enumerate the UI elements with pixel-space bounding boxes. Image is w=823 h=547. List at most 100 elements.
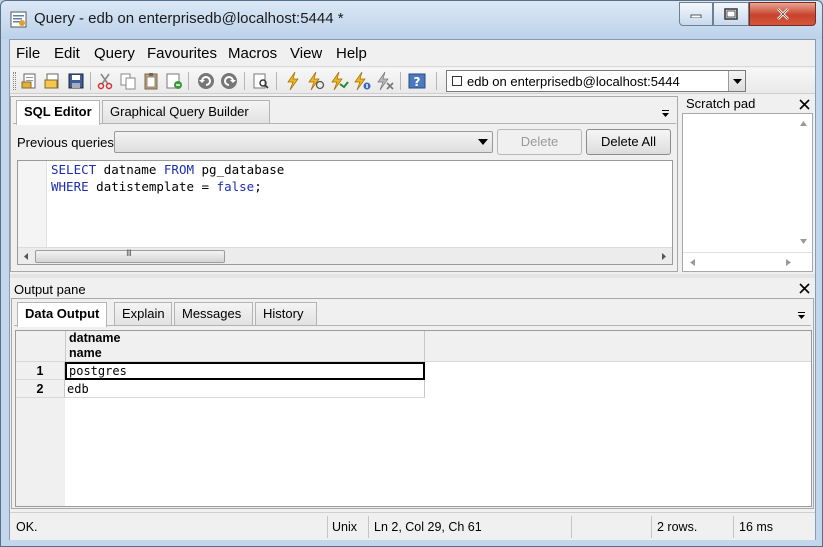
execute-to-file-icon[interactable]	[329, 71, 349, 91]
delete-button[interactable]: Delete	[497, 129, 582, 155]
toolbar: ? edb on enterprisedb@localhost:5444	[10, 68, 815, 94]
minimize-icon	[690, 14, 702, 18]
find-icon[interactable]	[251, 71, 271, 91]
window-title: Query - edb on enterprisedb@localhost:54…	[34, 10, 344, 27]
copy-icon[interactable]	[118, 71, 138, 91]
explain-icon[interactable]	[352, 71, 372, 91]
toolbar-separator	[436, 72, 437, 90]
app-icon	[10, 11, 27, 28]
toolbar-separator	[276, 72, 277, 90]
menu-macros[interactable]: Macros	[228, 45, 277, 62]
scrollbar-thumb[interactable]: III	[35, 249, 225, 263]
close-icon	[776, 8, 789, 20]
scratch-pad-title: Scratch pad	[686, 96, 756, 111]
row-number[interactable]: 2	[16, 380, 65, 398]
maximize-button[interactable]	[713, 2, 749, 26]
status-message: OK.	[16, 520, 38, 534]
delete-all-button[interactable]: Delete All	[586, 129, 671, 155]
toolbar-separator	[244, 72, 245, 90]
sql-line-2: WHERE datistemplate = false;	[51, 179, 262, 194]
connection-select[interactable]: edb on enterprisedb@localhost:5444	[446, 70, 746, 92]
title-bar[interactable]: Query - edb on enterprisedb@localhost:54…	[1, 1, 822, 39]
scroll-left-icon[interactable]	[689, 258, 696, 267]
tab-explain[interactable]: Explain	[114, 302, 172, 325]
scroll-right-icon[interactable]	[785, 258, 792, 267]
tab-sql-editor[interactable]: SQL Editor	[16, 100, 100, 125]
output-pane-title: Output pane	[14, 282, 86, 297]
close-icon[interactable]	[799, 99, 810, 110]
status-cursor-position: Ln 2, Col 29, Ch 61	[374, 520, 482, 534]
previous-queries-select[interactable]	[114, 131, 493, 153]
svg-text:?: ?	[414, 75, 421, 89]
toolbar-separator	[400, 72, 401, 90]
sql-line-1: SELECT datname FROM pg_database	[51, 162, 284, 177]
scroll-down-icon[interactable]	[799, 238, 808, 245]
tab-divider	[13, 123, 676, 124]
cancel-icon[interactable]	[375, 71, 395, 91]
scrollbar-grip: III	[126, 249, 132, 259]
line-margin	[18, 161, 47, 247]
tab-history[interactable]: History	[255, 302, 317, 325]
tab-menu-icon[interactable]	[661, 109, 670, 118]
execute-icon[interactable]	[283, 71, 303, 91]
tab-messages[interactable]: Messages	[174, 302, 253, 325]
output-panel: Data Output Explain Messages History dat…	[11, 298, 814, 509]
connection-status-icon	[452, 76, 462, 86]
status-bar: OK. Unix Ln 2, Col 29, Ch 61 2 rows. 16 …	[10, 512, 815, 540]
sql-editor[interactable]: SELECT datname FROM pg_database WHERE da…	[17, 160, 673, 265]
new-file-icon[interactable]	[43, 71, 63, 91]
table-cell[interactable]: edb	[65, 380, 425, 398]
data-grid: datname name 1 postgres 2 edb	[15, 330, 812, 507]
clear-icon[interactable]	[164, 71, 184, 91]
tab-graphical-query-builder[interactable]: Graphical Query Builder	[102, 100, 270, 123]
sql-keyword: SELECT	[51, 162, 97, 177]
scroll-right-icon[interactable]	[660, 252, 668, 261]
menu-help[interactable]: Help	[336, 45, 367, 62]
column-header-row: datname name	[16, 331, 811, 362]
toolbar-separator	[90, 72, 91, 90]
tab-divider	[14, 325, 811, 326]
client-area: File Edit Query Favourites Macros View H…	[9, 39, 816, 540]
menu-edit[interactable]: Edit	[54, 45, 80, 62]
chevron-down-icon	[478, 139, 488, 145]
close-icon[interactable]	[799, 283, 810, 294]
previous-queries-label: Previous queries	[17, 135, 114, 150]
minimize-button[interactable]	[679, 2, 713, 26]
status-separator	[368, 516, 369, 538]
tab-menu-icon[interactable]	[797, 311, 806, 320]
connection-dropdown-button[interactable]	[728, 71, 745, 91]
column-type: name	[69, 346, 102, 360]
close-window-button[interactable]	[749, 2, 816, 26]
open-file-icon[interactable]	[20, 71, 40, 91]
menu-favourites[interactable]: Favourites	[147, 45, 217, 62]
sql-text: ;	[254, 179, 262, 194]
execute-pgscript-icon[interactable]	[306, 71, 326, 91]
undo-icon[interactable]	[196, 71, 216, 91]
editor-panel: SQL Editor Graphical Query Builder Previ…	[10, 96, 678, 272]
menu-query[interactable]: Query	[94, 45, 135, 62]
scroll-left-icon[interactable]	[22, 252, 30, 261]
sql-text: datistemplate =	[88, 179, 217, 194]
pane-splitter[interactable]	[10, 274, 815, 278]
redo-icon[interactable]	[219, 71, 239, 91]
sql-keyword: WHERE	[51, 179, 89, 194]
editor-horizontal-scrollbar[interactable]: III	[18, 247, 672, 264]
tab-data-output[interactable]: Data Output	[17, 302, 108, 327]
menu-view[interactable]: View	[290, 45, 322, 62]
menu-file[interactable]: File	[16, 45, 40, 62]
table-cell[interactable]: postgres	[65, 362, 425, 380]
toolbar-grip[interactable]	[13, 72, 16, 90]
paste-icon[interactable]	[141, 71, 161, 91]
maximize-icon	[724, 8, 738, 20]
scratch-horizontal-scrollbar[interactable]	[683, 252, 812, 271]
scratch-pad-textarea[interactable]	[682, 113, 813, 272]
column-header-datname[interactable]: datname name	[65, 331, 425, 362]
save-icon[interactable]	[66, 71, 86, 91]
help-icon[interactable]: ?	[407, 71, 427, 91]
cut-icon[interactable]	[95, 71, 115, 91]
toolbar-separator	[188, 72, 189, 90]
row-number[interactable]: 1	[16, 362, 65, 380]
sql-text: datname	[96, 162, 164, 177]
status-separator	[733, 516, 734, 538]
scroll-up-icon[interactable]	[799, 120, 808, 127]
